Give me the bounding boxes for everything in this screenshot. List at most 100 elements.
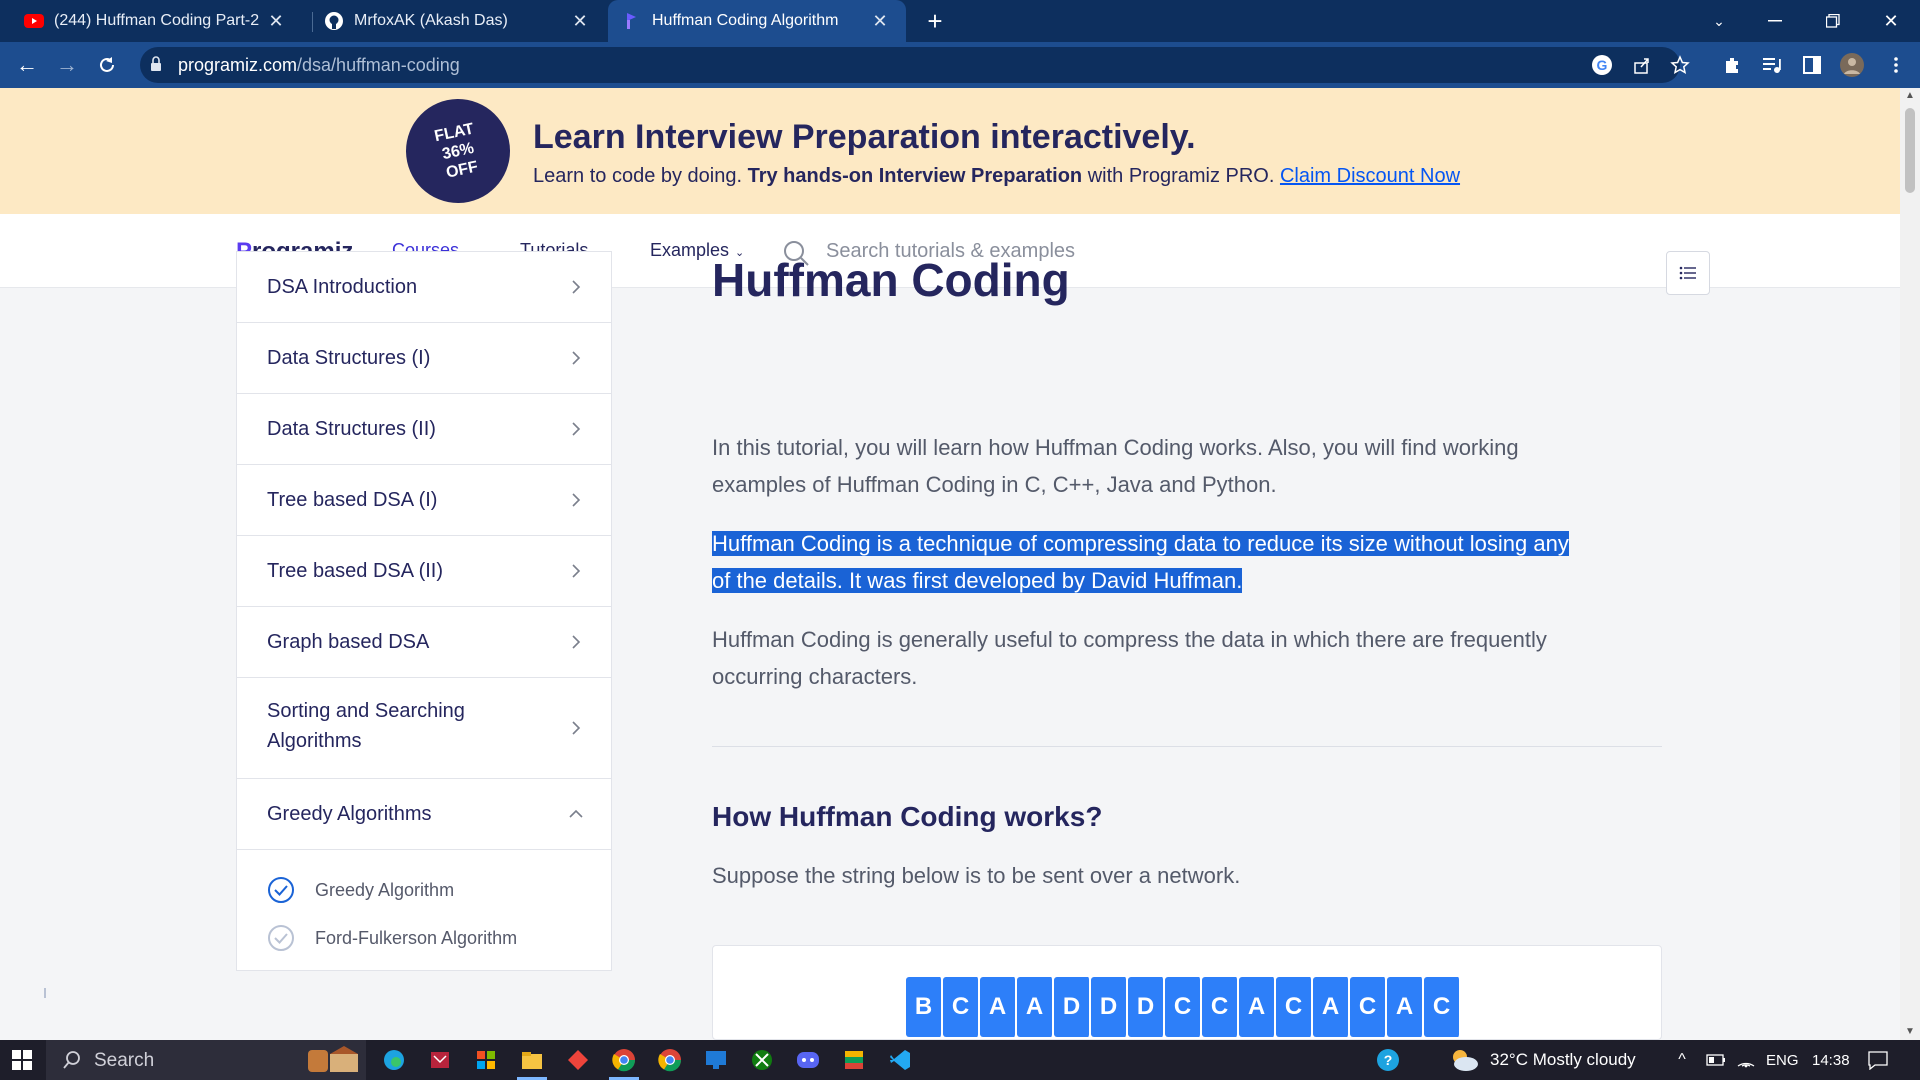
sidebar-item-tree-dsa-2[interactable]: Tree based DSA (II) — [237, 536, 611, 607]
weather-text[interactable]: 32°C Mostly cloudy — [1490, 1050, 1636, 1070]
sidebar-subitem-ford-fulkerson[interactable]: Ford-Fulkerson Algorithm — [267, 923, 517, 953]
page-scrollbar[interactable]: ▲ ▼ — [1900, 88, 1920, 1040]
scroll-up-arrow[interactable]: ▲ — [1904, 90, 1916, 102]
windows-taskbar: Search ? 32°C Mostly cloudy ^ ENG 14:38 — [0, 1040, 1920, 1080]
sidebar-item-graph-dsa[interactable]: Graph based DSA — [237, 607, 611, 678]
sidebar-item-sorting-searching[interactable]: Sorting and Searching Algorithms — [237, 678, 611, 779]
string-cell: C — [1350, 977, 1387, 1037]
bluestacks-icon[interactable] — [838, 1044, 870, 1076]
language-indicator[interactable]: ENG — [1766, 1052, 1799, 1069]
sidebar-subitem-greedy-algorithm[interactable]: Greedy Algorithm — [267, 875, 454, 905]
tray-chevron-up-icon[interactable]: ^ — [1666, 1044, 1698, 1076]
youtube-icon — [24, 11, 44, 31]
string-cell: C — [1165, 977, 1202, 1037]
sidebar-item-greedy-algorithms[interactable]: Greedy Algorithms — [237, 779, 611, 850]
lock-icon — [150, 56, 166, 74]
chevron-right-icon — [572, 564, 581, 578]
table-of-contents-button[interactable] — [1666, 251, 1710, 295]
banner-title: Learn Interview Preparation interactivel… — [533, 118, 1196, 156]
string-cell: C — [1276, 977, 1313, 1037]
share-icon[interactable] — [1630, 53, 1654, 77]
scrollbar-thumb[interactable] — [1905, 108, 1915, 193]
remote-desktop-icon[interactable] — [700, 1044, 732, 1076]
claim-discount-link[interactable]: Claim Discount Now — [1280, 165, 1460, 187]
profile-avatar-icon[interactable] — [1840, 53, 1864, 77]
sidebar-item-tree-dsa-1[interactable]: Tree based DSA (I) — [237, 465, 611, 536]
microsoft-store-icon[interactable] — [470, 1044, 502, 1076]
banner-subtitle: Learn to code by doing. Try hands-on Int… — [533, 165, 1461, 187]
chevron-right-icon — [572, 635, 581, 649]
chevron-right-icon — [572, 351, 581, 365]
file-explorer-icon[interactable] — [516, 1044, 548, 1076]
close-window-button[interactable]: ✕ — [1862, 0, 1920, 42]
chevron-up-icon — [569, 809, 583, 818]
side-panel-icon[interactable] — [1800, 53, 1824, 77]
google-icon[interactable]: G — [1590, 53, 1614, 77]
tab-search-icon[interactable]: ⌄ — [1690, 0, 1748, 42]
address-bar[interactable]: programiz.com/dsa/huffman-coding G — [140, 47, 1690, 83]
highlighted-paragraph: Huffman Coding is a technique of compres… — [712, 531, 1569, 593]
string-cell: A — [980, 977, 1017, 1037]
list-icon — [1679, 266, 1696, 280]
string-cell: D — [1054, 977, 1091, 1037]
notification-icon[interactable] — [1862, 1044, 1894, 1076]
string-cell: D — [1091, 977, 1128, 1037]
tab-github[interactable]: MrfoxAK (Akash Das) ✕ — [310, 0, 606, 42]
scroll-down-arrow[interactable]: ▼ — [1904, 1026, 1916, 1038]
string-cell: A — [1313, 977, 1350, 1037]
bookmark-star-icon[interactable] — [1668, 53, 1692, 77]
sidebar-item-data-structures-1[interactable]: Data Structures (I) — [237, 323, 611, 394]
check-circle-icon — [268, 925, 294, 951]
vscode-icon[interactable] — [884, 1044, 916, 1076]
string-cell: D — [1128, 977, 1165, 1037]
close-tab-icon[interactable]: ✕ — [568, 11, 592, 32]
chevron-right-icon — [572, 280, 581, 294]
search-icon — [63, 1051, 80, 1069]
reload-button[interactable] — [92, 50, 122, 80]
sidebar-item-data-structures-2[interactable]: Data Structures (II) — [237, 394, 611, 465]
help-icon[interactable]: ? — [1372, 1044, 1404, 1076]
url-text: programiz.com/dsa/huffman-coding — [178, 55, 460, 75]
anydesk-icon[interactable] — [562, 1044, 594, 1076]
section-heading: How Huffman Coding works? — [712, 801, 1103, 832]
mail-app-icon[interactable] — [424, 1044, 456, 1076]
forward-button[interactable]: → — [52, 50, 82, 80]
section-text: Suppose the string below is to be sent o… — [712, 863, 1241, 888]
weather-cloud-icon[interactable] — [1448, 1044, 1480, 1076]
discord-icon[interactable] — [792, 1044, 824, 1076]
taskbar-search[interactable]: Search — [46, 1040, 366, 1080]
programiz-icon — [622, 11, 642, 31]
media-control-icon[interactable] — [1760, 53, 1784, 77]
string-cell: A — [1239, 977, 1276, 1037]
check-circle-icon — [268, 877, 294, 903]
close-tab-icon[interactable]: ✕ — [868, 11, 892, 32]
new-tab-button[interactable]: + — [920, 6, 950, 36]
string-cell: C — [943, 977, 980, 1037]
chrome-icon[interactable] — [654, 1044, 686, 1076]
chrome-icon[interactable] — [608, 1044, 640, 1076]
sidebar-item-dsa-introduction[interactable]: DSA Introduction — [237, 252, 611, 323]
string-cell: C — [1202, 977, 1239, 1037]
wifi-icon[interactable] — [1730, 1044, 1762, 1076]
windows-start-icon[interactable] — [6, 1044, 38, 1076]
extensions-icon[interactable] — [1720, 53, 1744, 77]
tab-title: Huffman Coding Algorithm — [652, 12, 839, 29]
tab-title: MrfoxAK (Akash Das) — [354, 12, 508, 29]
menu-dots-icon[interactable] — [1884, 53, 1908, 77]
battery-icon[interactable] — [1700, 1044, 1732, 1076]
tab-youtube[interactable]: (244) Huffman Coding Part-2 Exp ✕ — [10, 0, 302, 42]
intro-paragraph: In this tutorial, you will learn how Huf… — [712, 435, 1519, 497]
search-highlight-icon — [308, 1046, 358, 1072]
tab-title: (244) Huffman Coding Part-2 Exp — [54, 12, 264, 29]
close-tab-icon[interactable]: ✕ — [264, 11, 288, 32]
back-button[interactable]: ← — [12, 50, 42, 80]
clock[interactable]: 14:38 — [1812, 1052, 1850, 1069]
xbox-icon[interactable] — [746, 1044, 778, 1076]
restore-button[interactable] — [1804, 0, 1862, 42]
minimize-button[interactable] — [1746, 0, 1804, 42]
edge-icon[interactable] — [378, 1044, 410, 1076]
chevron-right-icon — [572, 721, 581, 735]
tab-huffman[interactable]: Huffman Coding Algorithm ✕ — [608, 0, 906, 42]
string-cell: A — [1387, 977, 1424, 1037]
svg-text:G: G — [1597, 57, 1608, 73]
